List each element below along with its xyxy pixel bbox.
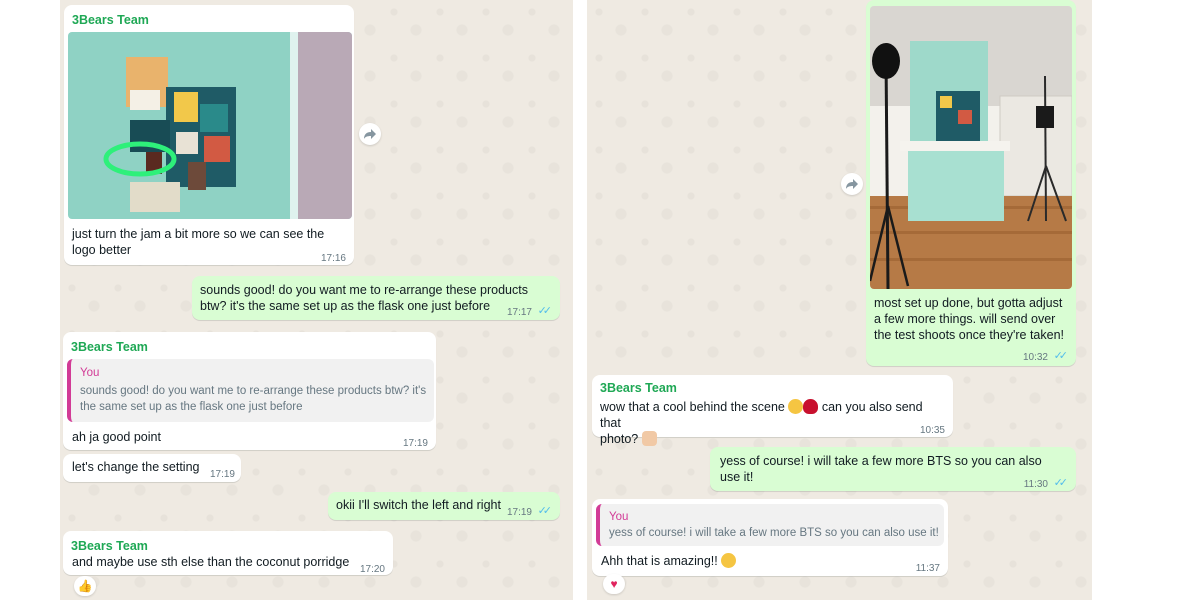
message-text: and maybe use sth else than the coconut … xyxy=(72,555,350,569)
heart-hands-emoji-icon xyxy=(641,431,657,446)
message-bubble-incoming[interactable]: 3Bears Team wow that a cool behind the s… xyxy=(592,375,953,446)
photo-attachment[interactable] xyxy=(68,32,352,219)
message-bubble-incoming[interactable]: You yess of course! i will take a few mo… xyxy=(592,499,948,576)
read-receipt-icon: ✓✓ xyxy=(537,505,553,517)
message-text: yess of course! i will take a few more B… xyxy=(720,454,1042,484)
quote-author: You xyxy=(80,367,100,379)
message-time: 17:19 xyxy=(209,469,235,480)
message-text: wow that a cool behind the scene can you… xyxy=(600,399,945,447)
forward-icon[interactable] xyxy=(841,173,863,195)
message-time: 17:19 xyxy=(402,438,428,449)
red-heart-emoji-icon xyxy=(803,399,819,414)
message-bubble-outgoing[interactable]: most set up done, but gotta adjust a few… xyxy=(866,0,1076,366)
quote-text: sounds good! do you want me to re-arrang… xyxy=(80,385,427,413)
message-bubble-incoming[interactable]: let's change the setting 17:19 xyxy=(63,454,241,482)
message-text-part: wow that a cool behind the scene xyxy=(600,400,785,414)
message-time: 17:19 xyxy=(506,507,532,518)
sender-name: 3Bears Team xyxy=(72,13,149,27)
message-bubble-incoming[interactable]: 3Bears Team You sounds good! do you want… xyxy=(63,332,436,450)
message-time: 11:37 xyxy=(915,563,940,574)
message-text: just turn the jam a bit more so we can s… xyxy=(72,227,325,257)
message-time: 10:32 xyxy=(1022,352,1048,363)
read-receipt-icon: ✓✓ xyxy=(1053,477,1069,489)
photo-attachment[interactable] xyxy=(870,6,1072,289)
chat-panel-left: 3Bears Team just turn the jam a bit more… xyxy=(60,0,573,600)
message-text: let's change the setting xyxy=(72,460,200,474)
message-text-part: photo? xyxy=(600,432,639,446)
message-text: sounds good! do you want me to re-arrang… xyxy=(200,283,528,313)
message-text: Ahh that is amazing!! xyxy=(601,553,737,569)
message-time: 17:17 xyxy=(506,307,532,318)
heart-eyes-emoji-icon xyxy=(721,553,737,568)
thumbs-up-reaction-icon[interactable]: 👍 xyxy=(74,576,96,596)
quoted-message[interactable]: You yess of course! i will take a few mo… xyxy=(596,504,944,546)
message-time: 11:30 xyxy=(1023,479,1048,490)
message-bubble-outgoing[interactable]: sounds good! do you want me to re-arrang… xyxy=(192,276,560,320)
message-time: 10:35 xyxy=(919,425,945,436)
message-text-part: Ahh that is amazing!! xyxy=(601,554,718,568)
message-time: 17:16 xyxy=(320,253,346,264)
forward-icon[interactable] xyxy=(359,123,381,145)
laughing-face-emoji-icon xyxy=(788,399,804,414)
message-bubble-outgoing[interactable]: okii I'll switch the left and right 17:1… xyxy=(328,492,560,520)
red-heart-reaction-icon[interactable]: ♥ xyxy=(603,574,625,594)
message-bubble-incoming[interactable]: 3Bears Team just turn the jam a bit more… xyxy=(64,5,354,265)
message-bubble-incoming[interactable]: 3Bears Team and maybe use sth else than … xyxy=(63,531,393,575)
message-bubble-outgoing[interactable]: yess of course! i will take a few more B… xyxy=(710,447,1076,491)
message-text: most set up done, but gotta adjust a few… xyxy=(874,296,1065,342)
sender-name: 3Bears Team xyxy=(600,381,677,395)
sender-name: 3Bears Team xyxy=(71,340,148,354)
message-text: okii I'll switch the left and right xyxy=(336,498,501,512)
quoted-message[interactable]: You sounds good! do you want me to re-ar… xyxy=(67,359,434,422)
sender-name: 3Bears Team xyxy=(71,539,148,553)
chat-panel-right: most set up done, but gotta adjust a few… xyxy=(587,0,1092,600)
message-text: ah ja good point xyxy=(72,430,161,444)
message-time: 17:20 xyxy=(359,564,385,575)
read-receipt-icon: ✓✓ xyxy=(537,305,553,317)
read-receipt-icon: ✓✓ xyxy=(1053,350,1069,362)
quote-author: You xyxy=(609,511,629,523)
quote-text: yess of course! i will take a few more B… xyxy=(609,527,939,539)
